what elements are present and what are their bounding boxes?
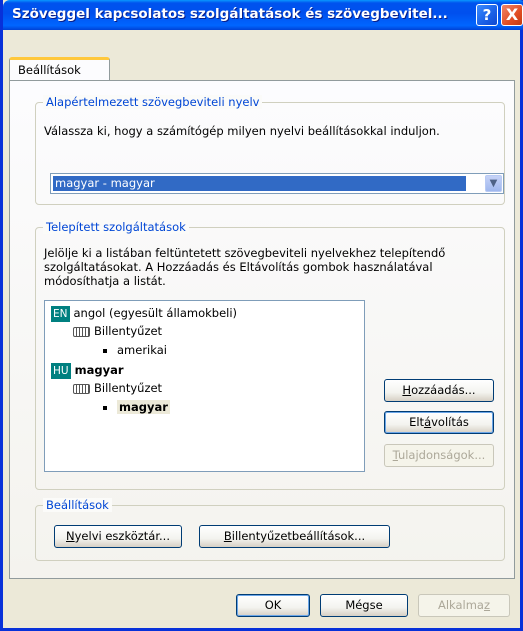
category-label-hu: Billentyűzet [94, 381, 163, 395]
settings-group-title: Beállítások [43, 498, 112, 512]
ok-button[interactable]: OK [236, 594, 310, 617]
remove-button-label-pre: Elt [409, 415, 425, 429]
language-bar-button[interactable]: Nyelvi eszköztár... [54, 525, 182, 548]
layout-label-en: amerikai [117, 343, 167, 357]
help-button[interactable]: ? [476, 4, 498, 26]
language-bar-button-label-accel: N [66, 529, 75, 543]
window-title: Szöveggel kapcsolatos szolgáltatások és … [12, 6, 448, 22]
keyboard-settings-button[interactable]: Billentyűzetbeállítások... [199, 525, 390, 548]
services-tree[interactable]: EN angol (egyesült államokbeli) Billentyű… [44, 300, 365, 472]
properties-button[interactable]: Tulajdonságok... [384, 444, 494, 467]
bullet-icon [103, 405, 107, 410]
bullet-icon [103, 348, 107, 353]
cancel-button[interactable]: Mégse [320, 594, 408, 617]
language-name-hu: magyar [74, 363, 124, 377]
title-bar[interactable]: Szöveggel kapcsolatos szolgáltatások és … [3, 0, 523, 30]
installed-services-description-line-1: Jelölje ki a listában feltüntetett szöve… [44, 246, 446, 260]
installed-services-group-title: Telepített szolgáltatások [43, 220, 189, 234]
tree-item-language-hu[interactable]: HU magyar [51, 362, 124, 379]
language-bar-button-label-post: yelvi eszköztár... [74, 529, 170, 543]
default-language-group: Alapértelmezett szövegbeviteli nyelv Vál… [35, 95, 505, 205]
language-badge-hu: HU [51, 363, 71, 379]
remove-button-label-post: volítás [431, 415, 469, 429]
default-language-description: Válassza ki, hogy a számítógép milyen ny… [44, 124, 440, 138]
add-button[interactable]: Hozzáadás... [384, 379, 494, 402]
remove-button[interactable]: Eltávolítás [384, 411, 494, 434]
chevron-down-icon[interactable]: ▼ [485, 175, 502, 192]
language-name-en: angol (egyesült államokbeli) [73, 306, 238, 320]
tree-item-layout-en[interactable]: amerikai [103, 342, 167, 358]
tree-item-layout-hu[interactable]: magyar [103, 399, 170, 415]
language-badge-en: EN [51, 306, 70, 322]
keyboard-icon [73, 326, 90, 337]
default-language-group-title: Alapértelmezett szövegbeviteli nyelv [43, 95, 263, 109]
tab-panel: Alapértelmezett szövegbeviteli nyelv Vál… [9, 80, 515, 579]
apply-button-label-accel: z [483, 598, 491, 612]
keyboard-settings-button-label-accel: B [223, 529, 232, 543]
add-button-label-post: ozzáadás... [411, 383, 476, 397]
installed-services-description-line-2: szolgáltatásokat. A Hozzáadás és Eltávol… [44, 260, 433, 274]
tree-item-keyboard-hu[interactable]: Billentyűzet [73, 380, 162, 396]
settings-group: Beállítások Nyelvi eszköztár... Billenty… [35, 498, 505, 561]
apply-button-label-pre: Alkalma [437, 598, 484, 612]
installed-services-group: Telepített szolgáltatások Jelölje ki a l… [35, 220, 505, 490]
category-label-en: Billentyűzet [94, 324, 163, 338]
installed-services-description-line-3: módosíthatja a listát. [44, 274, 166, 288]
default-language-selected: magyar - magyar [53, 176, 466, 191]
tab-settings[interactable]: Beállítások [9, 57, 110, 81]
add-button-label-accel: H [402, 383, 412, 397]
default-language-dropdown[interactable]: magyar - magyar ▼ [50, 173, 504, 194]
tree-item-keyboard-en[interactable]: Billentyűzet [73, 323, 162, 339]
apply-button[interactable]: Alkalmaz [418, 594, 510, 617]
layout-label-hu: magyar [117, 400, 170, 414]
properties-button-label-post: ulajdonságok... [397, 448, 486, 462]
tree-item-language-en[interactable]: EN angol (egyesült államokbeli) [51, 305, 237, 322]
keyboard-settings-button-label-post: illentyűzetbeállítások... [231, 529, 366, 543]
keyboard-icon [73, 383, 90, 394]
tab-settings-label: Beállítások [18, 63, 81, 77]
close-button[interactable]: X [501, 4, 523, 26]
